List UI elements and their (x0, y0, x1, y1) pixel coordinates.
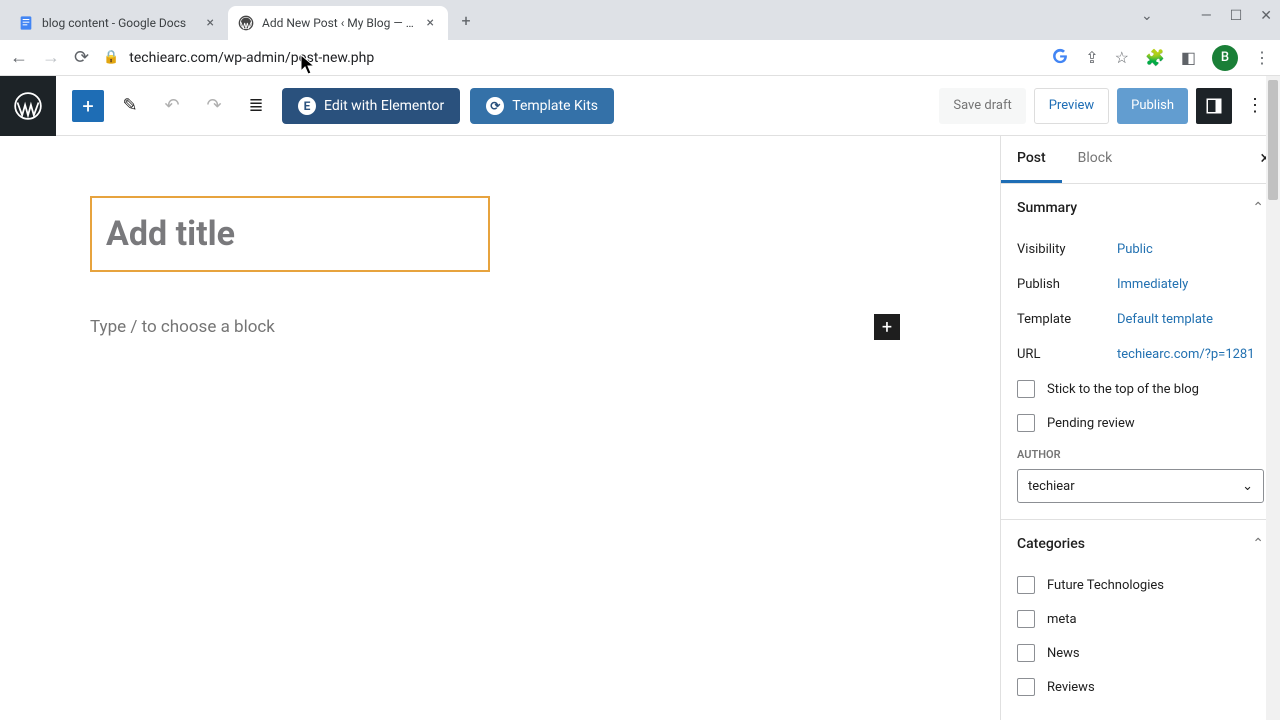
chevron-up-icon: ⌃ (1252, 536, 1264, 552)
url-text: techiearc.com/wp-admin/post-new.php (129, 50, 374, 66)
block-inserter-button[interactable]: + (72, 90, 104, 122)
category-label: Future Technologies (1047, 578, 1164, 593)
post-title-input[interactable]: Add title (90, 196, 490, 272)
template-kits-icon: ⟳ (486, 97, 504, 115)
close-icon[interactable]: × (203, 15, 218, 31)
wp-icon (238, 15, 254, 31)
checkbox[interactable] (1017, 678, 1035, 696)
checkbox[interactable] (1017, 644, 1035, 662)
editor-toolbar: + ✎ ↶ ↷ ≣ E Edit with Elementor ⟳ Templa… (0, 76, 1280, 136)
settings-toggle-button[interactable] (1196, 88, 1232, 124)
publish-button[interactable]: Publish (1117, 88, 1188, 124)
elementor-icon: E (298, 97, 316, 115)
tab-block[interactable]: Block (1062, 136, 1129, 183)
pending-label: Pending review (1047, 416, 1135, 431)
elementor-label: Edit with Elementor (324, 98, 444, 114)
categories-heading: Categories (1017, 536, 1085, 552)
browser-tab-wp[interactable]: Add New Post ‹ My Blog — Wor × (228, 6, 448, 40)
author-select[interactable]: techiear ⌄ (1017, 469, 1264, 503)
author-label: AUTHOR (1017, 448, 1264, 461)
menu-icon[interactable]: ⋮ (1254, 48, 1270, 67)
checkbox[interactable] (1017, 610, 1035, 628)
chevron-down-icon: ⌄ (1242, 479, 1253, 494)
category-row[interactable]: News (1017, 636, 1264, 670)
minimize-icon[interactable]: — (1201, 8, 1212, 24)
lock-icon: 🔒 (103, 50, 119, 65)
visibility-value[interactable]: Public (1117, 242, 1153, 257)
checkbox[interactable] (1017, 380, 1035, 398)
settings-sidebar: Post Block × Summary ⌃ Visibility Public… (1000, 136, 1280, 720)
profile-avatar[interactable]: B (1212, 45, 1238, 71)
pending-checkbox-row[interactable]: Pending review (1017, 406, 1264, 440)
tools-button[interactable]: ✎ (114, 90, 146, 122)
author-value: techiear (1028, 479, 1075, 494)
extensions-icon[interactable]: 🧩 (1145, 48, 1165, 67)
browser-tab-strip: blog content - Google Docs × Add New Pos… (0, 0, 1280, 40)
stick-label: Stick to the top of the blog (1047, 382, 1199, 397)
maximize-icon[interactable]: ☐ (1230, 8, 1243, 24)
preview-button[interactable]: Preview (1034, 88, 1109, 124)
url-input[interactable]: 🔒 techiearc.com/wp-admin/post-new.php (103, 50, 1037, 66)
summary-heading: Summary (1017, 200, 1077, 216)
address-bar: ← → ⟳ 🔒 techiearc.com/wp-admin/post-new.… (0, 40, 1280, 76)
redo-button[interactable]: ↷ (198, 90, 230, 122)
category-row[interactable]: Future Technologies (1017, 568, 1264, 602)
stick-checkbox-row[interactable]: Stick to the top of the blog (1017, 372, 1264, 406)
new-tab-button[interactable]: + (452, 6, 480, 34)
close-window-icon[interactable]: ✕ (1260, 8, 1272, 24)
chevron-up-icon: ⌃ (1252, 200, 1264, 216)
url-label: URL (1017, 347, 1117, 362)
category-row[interactable]: Reviews (1017, 670, 1264, 704)
categories-panel-toggle[interactable]: Categories ⌃ (1001, 520, 1280, 568)
template-label: Template (1017, 312, 1117, 327)
tab-search-icon[interactable]: ⌄ (1141, 8, 1153, 24)
category-row[interactable]: meta (1017, 602, 1264, 636)
close-icon[interactable]: × (423, 15, 438, 31)
checkbox[interactable] (1017, 414, 1035, 432)
back-button[interactable]: ← (10, 47, 28, 68)
editor-canvas[interactable]: Add title Type / to choose a block + (0, 136, 1000, 720)
template-kits-label: Template Kits (512, 98, 598, 114)
scrollbar-thumb[interactable] (1268, 80, 1278, 200)
forward-button[interactable]: → (42, 47, 60, 68)
document-overview-button[interactable]: ≣ (240, 90, 272, 122)
category-label: News (1047, 646, 1080, 661)
bookmark-icon[interactable]: ☆ (1115, 48, 1129, 67)
template-value[interactable]: Default template (1117, 312, 1213, 327)
template-kits-button[interactable]: ⟳ Template Kits (470, 88, 614, 124)
url-value[interactable]: techiearc.com/?p=1281 (1117, 347, 1255, 362)
reload-button[interactable]: ⟳ (74, 47, 89, 68)
checkbox[interactable] (1017, 576, 1035, 594)
browser-tab-gdocs[interactable]: blog content - Google Docs × (8, 6, 228, 40)
tab-title: Add New Post ‹ My Blog — Wor (262, 16, 415, 30)
gdocs-icon (18, 15, 34, 31)
edit-elementor-button[interactable]: E Edit with Elementor (282, 88, 460, 124)
publish-label: Publish (1017, 277, 1117, 292)
block-placeholder[interactable]: Type / to choose a block (90, 317, 275, 337)
category-label: Reviews (1047, 680, 1095, 695)
tab-title: blog content - Google Docs (42, 16, 195, 30)
title-placeholder: Add title (106, 214, 474, 254)
tab-post[interactable]: Post (1001, 136, 1062, 183)
save-draft-button[interactable]: Save draft (939, 88, 1025, 124)
visibility-label: Visibility (1017, 242, 1117, 257)
summary-panel-toggle[interactable]: Summary ⌃ (1001, 184, 1280, 232)
share-icon[interactable]: ⇪ (1085, 48, 1098, 67)
publish-value[interactable]: Immediately (1117, 277, 1188, 292)
sidepanel-icon[interactable]: ◧ (1181, 48, 1196, 67)
undo-button[interactable]: ↶ (156, 90, 188, 122)
wp-logo[interactable] (0, 76, 56, 136)
google-lens-icon[interactable] (1051, 47, 1069, 69)
add-block-button[interactable]: + (874, 314, 900, 340)
category-label: meta (1047, 612, 1077, 627)
